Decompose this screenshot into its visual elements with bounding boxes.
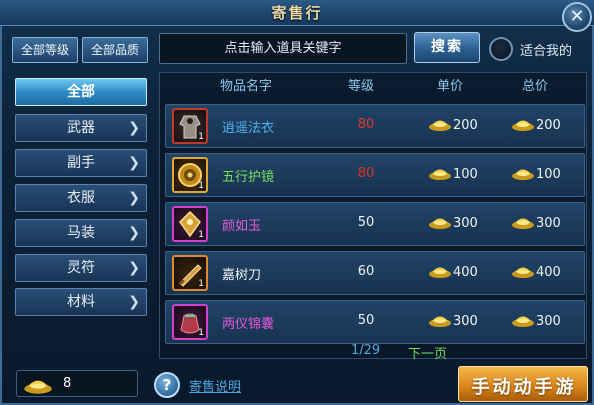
gold-ingot-icon xyxy=(511,214,535,230)
table-row[interactable]: 1 逍遥法衣 80 200 200 xyxy=(165,104,585,148)
title-bar: 寄售行 xyxy=(0,0,594,26)
sidebar-item-talisman[interactable]: 灵符 ❯ xyxy=(15,254,147,282)
sidebar-item-clothes[interactable]: 衣服 ❯ xyxy=(15,184,147,212)
unit-price: 200 xyxy=(428,116,478,133)
sidebar-item-label: 灵符 xyxy=(67,260,95,276)
total-price: 300 xyxy=(511,214,561,231)
consignment-help-link[interactable]: 寄售说明 xyxy=(189,376,241,395)
blade-icon: 1 xyxy=(172,255,208,291)
quality-filter-button[interactable]: 全部品质 xyxy=(82,37,148,63)
item-name: 逍遥法衣 xyxy=(222,121,275,136)
gold-ingot-icon xyxy=(511,116,535,132)
gold-ingot-icon xyxy=(511,263,535,279)
item-level: 50 xyxy=(357,313,375,328)
item-level: 80 xyxy=(357,117,375,132)
sell-button[interactable]: 手动动手游 xyxy=(458,366,588,402)
gold-ingot-icon xyxy=(511,165,535,181)
level-filter-button[interactable]: 全部等级 xyxy=(12,37,78,63)
item-level: 50 xyxy=(357,215,375,230)
item-level: 80 xyxy=(357,166,375,181)
sidebar-item-label: 副手 xyxy=(67,155,95,171)
close-button[interactable]: ✕ xyxy=(562,2,592,32)
item-level: 60 xyxy=(357,264,375,279)
total-price: 300 xyxy=(511,312,561,329)
table-row[interactable]: 1 嘉树刀 60 400 400 xyxy=(165,251,585,295)
sidebar-item-label: 全部 xyxy=(67,84,95,100)
gold-ingot-icon xyxy=(428,312,452,328)
item-name: 五行护镜 xyxy=(222,170,275,185)
unit-price: 400 xyxy=(428,263,478,280)
sidebar-item-all[interactable]: 全部 xyxy=(15,78,147,106)
gold-ingot-icon xyxy=(428,116,452,132)
sidebar-item-label: 材料 xyxy=(67,294,95,310)
total-price: 100 xyxy=(511,165,561,182)
header-level: 等级 xyxy=(347,79,374,94)
total-price: 200 xyxy=(511,116,561,133)
page-indicator: 1/29 xyxy=(351,343,381,358)
gold-ingot-icon xyxy=(428,263,452,279)
ingot-balance-value: 8 xyxy=(63,376,72,391)
window-title: 寄售行 xyxy=(271,4,323,22)
table-row[interactable]: 1 颜如玉 50 300 300 xyxy=(165,202,585,246)
gold-ingot-icon xyxy=(428,165,452,181)
sidebar-item-label: 武器 xyxy=(67,120,95,136)
item-name: 颜如玉 xyxy=(222,219,262,234)
header-total-price: 总价 xyxy=(521,79,548,94)
next-page-link[interactable]: 下一页 xyxy=(408,343,447,362)
jade-icon: 1 xyxy=(172,206,208,242)
item-name: 嘉树刀 xyxy=(222,268,262,283)
sidebar-item-label: 马装 xyxy=(67,225,95,241)
table-row[interactable]: 1 五行护镜 80 100 100 xyxy=(165,153,585,197)
chevron-right-icon: ❯ xyxy=(128,294,140,310)
category-sidebar: 全部 武器 ❯ 副手 ❯ 衣服 ❯ 马装 ❯ 灵符 ❯ 材料 ❯ xyxy=(9,72,149,356)
suitable-label: 适合我的 xyxy=(520,44,573,59)
unit-price: 300 xyxy=(428,312,478,329)
table-row[interactable]: 1 两仪锦囊 50 300 300 xyxy=(165,300,585,344)
gold-ingot-icon xyxy=(428,214,452,230)
help-icon[interactable]: ? xyxy=(154,372,180,398)
header-item-name: 物品名字 xyxy=(219,79,272,94)
unit-price: 300 xyxy=(428,214,478,231)
search-input[interactable]: 点击输入道具关键字 xyxy=(159,33,407,64)
chevron-right-icon: ❯ xyxy=(128,225,140,241)
robe-icon: 1 xyxy=(172,108,208,144)
sidebar-item-horse-gear[interactable]: 马装 ❯ xyxy=(15,219,147,247)
sidebar-item-material[interactable]: 材料 ❯ xyxy=(15,288,147,316)
chevron-right-icon: ❯ xyxy=(128,260,140,276)
chevron-right-icon: ❯ xyxy=(128,155,140,171)
sidebar-item-offhand[interactable]: 副手 ❯ xyxy=(15,149,147,177)
gold-ingot-icon xyxy=(511,312,535,328)
pouch-icon: 1 xyxy=(172,304,208,340)
mirror-icon: 1 xyxy=(172,157,208,193)
item-name: 两仪锦囊 xyxy=(222,317,275,332)
chevron-right-icon: ❯ xyxy=(128,190,140,206)
gold-ingot-icon xyxy=(23,375,53,399)
total-price: 400 xyxy=(511,263,561,280)
sidebar-item-label: 衣服 xyxy=(67,190,95,206)
header-unit-price: 单价 xyxy=(436,79,463,94)
sidebar-item-weapon[interactable]: 武器 ❯ xyxy=(15,114,147,142)
suitable-toggle[interactable] xyxy=(489,37,513,61)
unit-price: 100 xyxy=(428,165,478,182)
sell-button-label: 手动动手游 xyxy=(471,377,577,398)
ingot-balance: 8 xyxy=(16,370,138,397)
close-icon: ✕ xyxy=(569,6,585,27)
chevron-right-icon: ❯ xyxy=(128,120,140,136)
search-button[interactable]: 搜索 xyxy=(414,32,480,63)
